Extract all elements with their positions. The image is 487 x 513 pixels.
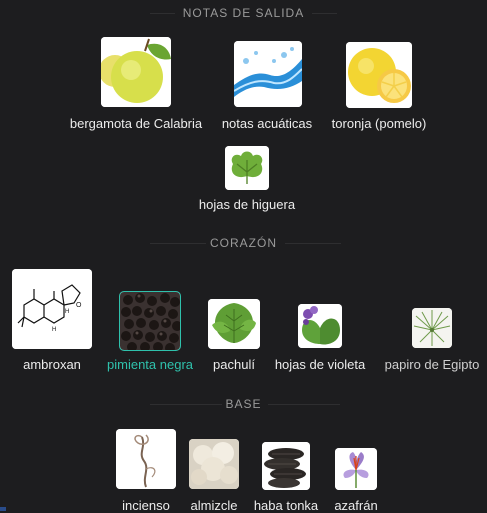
molecule-structure-icon: O H H (12, 269, 92, 349)
note-label: toronja (pomelo) (331, 116, 427, 131)
section-title-base-text: BASE (225, 397, 262, 411)
incense-smoke-icon (116, 429, 176, 489)
svg-text:O: O (76, 302, 82, 309)
section-title-base: BASE (0, 397, 487, 411)
papyrus-icon (412, 308, 452, 348)
grapefruit-icon (346, 42, 412, 108)
section-title-top: NOTAS DE SALIDA (0, 6, 487, 20)
svg-text:H: H (65, 309, 69, 315)
note-label: notas acuáticas (221, 116, 313, 131)
note-label: pimienta negra (107, 357, 193, 372)
musk-cotton-icon (189, 439, 239, 489)
saffron-flower-icon (335, 448, 377, 490)
tonka-beans-icon (262, 442, 310, 490)
water-splash-icon (234, 41, 302, 107)
violet-leaves-icon (298, 304, 342, 348)
svg-text:H: H (52, 327, 56, 333)
note-label: hojas de higuera (198, 197, 296, 212)
patchouli-leaf-icon (208, 299, 260, 349)
note-label: ambroxan (23, 357, 81, 372)
section-title-heart: CORAZÓN (0, 236, 487, 250)
bergamot-icon (101, 37, 171, 107)
section-title-top-text: NOTAS DE SALIDA (182, 6, 305, 20)
fig-leaf-icon (225, 146, 269, 190)
corner-marker (0, 507, 6, 511)
section-title-heart-text: CORAZÓN (210, 236, 277, 250)
black-pepper-icon (120, 292, 180, 350)
note-label: papiro de Egipto (384, 357, 480, 372)
note-label: pachulí (213, 357, 255, 372)
note-label: hojas de violeta (274, 357, 366, 372)
note-label: bergamota de Calabria (69, 116, 203, 131)
